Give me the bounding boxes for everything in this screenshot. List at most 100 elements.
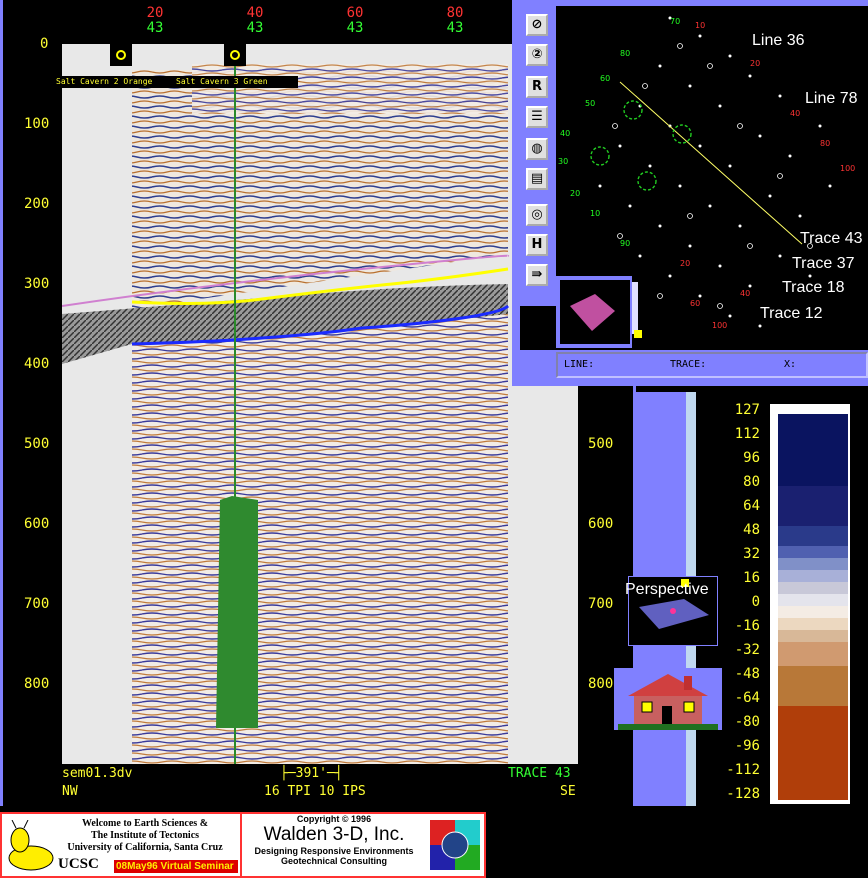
welcome-line1: Welcome to Earth Sciences & [81,818,209,829]
select-icon: ⊘ [531,17,543,32]
script-tool-button[interactable]: ▤ [526,168,548,190]
svg-text:30: 30 [558,157,568,166]
svg-text:100: 100 [712,321,727,330]
colorbar-label: -96 [734,738,760,754]
trace-tick-green: 43 [146,20,164,36]
tpi-ips-label: 16 TPI 10 IPS [264,784,366,799]
svg-text:80: 80 [820,139,830,148]
svg-text:20: 20 [680,259,690,268]
h-tool-button[interactable]: H [526,234,548,256]
select-tool-button[interactable]: ⊘ [526,14,548,36]
map-toolbar: ⊘ ② R ☰ ◍ ▤ ◎ H ⇛ [520,6,556,306]
svg-text:20: 20 [750,59,760,68]
trace-tick-red: 80 [446,5,464,21]
svg-text:60: 60 [690,299,700,308]
r-tool-button[interactable]: R [526,76,548,98]
trace-tick-red: 60 [346,5,364,21]
svg-text:50: 50 [585,99,595,108]
export-tool-button[interactable]: ⇛ [526,264,548,286]
trace37-label: Trace 37 [792,255,855,272]
scale-value: 391' [295,766,327,781]
scale-bar: ├─391'─┤ [280,766,343,781]
seminar-label: 08May96 Virtual Seminar [114,860,238,873]
colorbar-labels: 127 112 96 80 64 48 32 16 0 -16 -32 -48 … [700,402,760,806]
trace-tick-red: 40 [246,5,264,21]
colorbar-label: 16 [743,570,760,586]
trace43-label: Trace 43 [800,230,863,247]
colorbar-label: -64 [734,690,760,706]
tagline2: Geotechnical Consulting [280,856,387,866]
ring-icon: ◎ [531,207,543,222]
palette-tool-button[interactable]: ◍ [526,138,548,160]
trace-tick-20: 20 43 [140,6,170,36]
depth-label: 200 [24,196,50,212]
depth-label: 0 [40,36,49,52]
svg-text:60: 60 [600,74,610,83]
script-icon: ▤ [530,171,544,186]
trace-tick-green: 43 [446,20,464,36]
direction-nw: NW [62,784,78,799]
colorbar-label: -80 [734,714,760,730]
seminar-banner[interactable]: Welcome to Earth Sciences & The Institut… [0,812,486,878]
status-line: LINE: [564,359,595,370]
depth-label: 400 [24,356,50,372]
depth-label-right: 500 [588,436,614,452]
depth-label: 600 [24,516,50,532]
colorbar-label: 32 [743,546,760,562]
amplitude-colorbar [770,404,850,804]
depth-label-right: 700 [588,596,614,612]
zoom-icon: ② [531,47,543,62]
colorbar-label: -16 [734,618,760,634]
colorbar-label: 96 [743,450,760,466]
svg-text:100: 100 [840,164,855,173]
trace-label: TRACE 43 [508,766,571,781]
svg-text:40: 40 [790,109,800,118]
colorbar-label: -48 [734,666,760,682]
ring-tool-button[interactable]: ◎ [526,204,548,226]
depth-label: 300 [24,276,50,292]
seismic-section[interactable] [62,44,578,764]
colorbar-label: 112 [734,426,760,442]
trace-tick-red: 20 [146,5,164,21]
trace12-label: Trace 12 [760,305,823,322]
trace-tick-40: 40 43 [240,6,270,36]
walden-logo [430,820,480,870]
depth-label-right: 800 [588,676,614,692]
zoom-tool-button[interactable]: ② [526,44,548,66]
colorbar-label: -112 [726,762,760,778]
depth-label: 800 [24,676,50,692]
svg-text:90: 90 [620,239,630,248]
trace-tick-60: 60 43 [340,6,370,36]
status-x: X: [784,359,797,370]
svg-text:10: 10 [590,209,600,218]
ucsc-label: UCSC [58,856,99,872]
filename-label: sem01.3dv [62,766,133,781]
status-trace: TRACE: [670,359,707,370]
svg-text:70: 70 [670,17,680,26]
svg-text:20: 20 [570,189,580,198]
colorbar-label: -128 [726,786,760,802]
colorbar-label: 0 [751,594,760,610]
trace-tick-green: 43 [246,20,264,36]
colorbar-label: 127 [734,402,760,418]
colorbar-label: 80 [743,474,760,490]
list-tool-button[interactable]: ☰ [526,106,548,128]
depth-label: 700 [24,596,50,612]
export-icon: ⇛ [531,267,543,282]
line78-label: Line 78 [805,90,858,107]
depth-label: 500 [24,436,50,452]
palette-icon: ◍ [531,141,543,156]
colorbar-label: 64 [743,498,760,514]
well-label-green: Salt Cavern 3 Green [176,77,268,86]
svg-text:10: 10 [695,21,705,30]
trace-tick-80: 80 43 [440,6,470,36]
map-view[interactable]: 70 80 60 50 40 30 20 10 90 10 20 40 80 100 20 40 60… [520,6,868,350]
slug-logo [8,820,54,871]
tagline1: Designing Responsive Environments [254,846,414,856]
line36-label: Line 36 [752,32,805,49]
company-name: Walden 3-D, Inc. [263,824,405,845]
svg-text:40: 40 [740,289,750,298]
list-icon: ☰ [531,109,543,124]
welcome-line3: University of California, Santa Cruz [67,842,223,853]
direction-se: SE [560,784,576,799]
